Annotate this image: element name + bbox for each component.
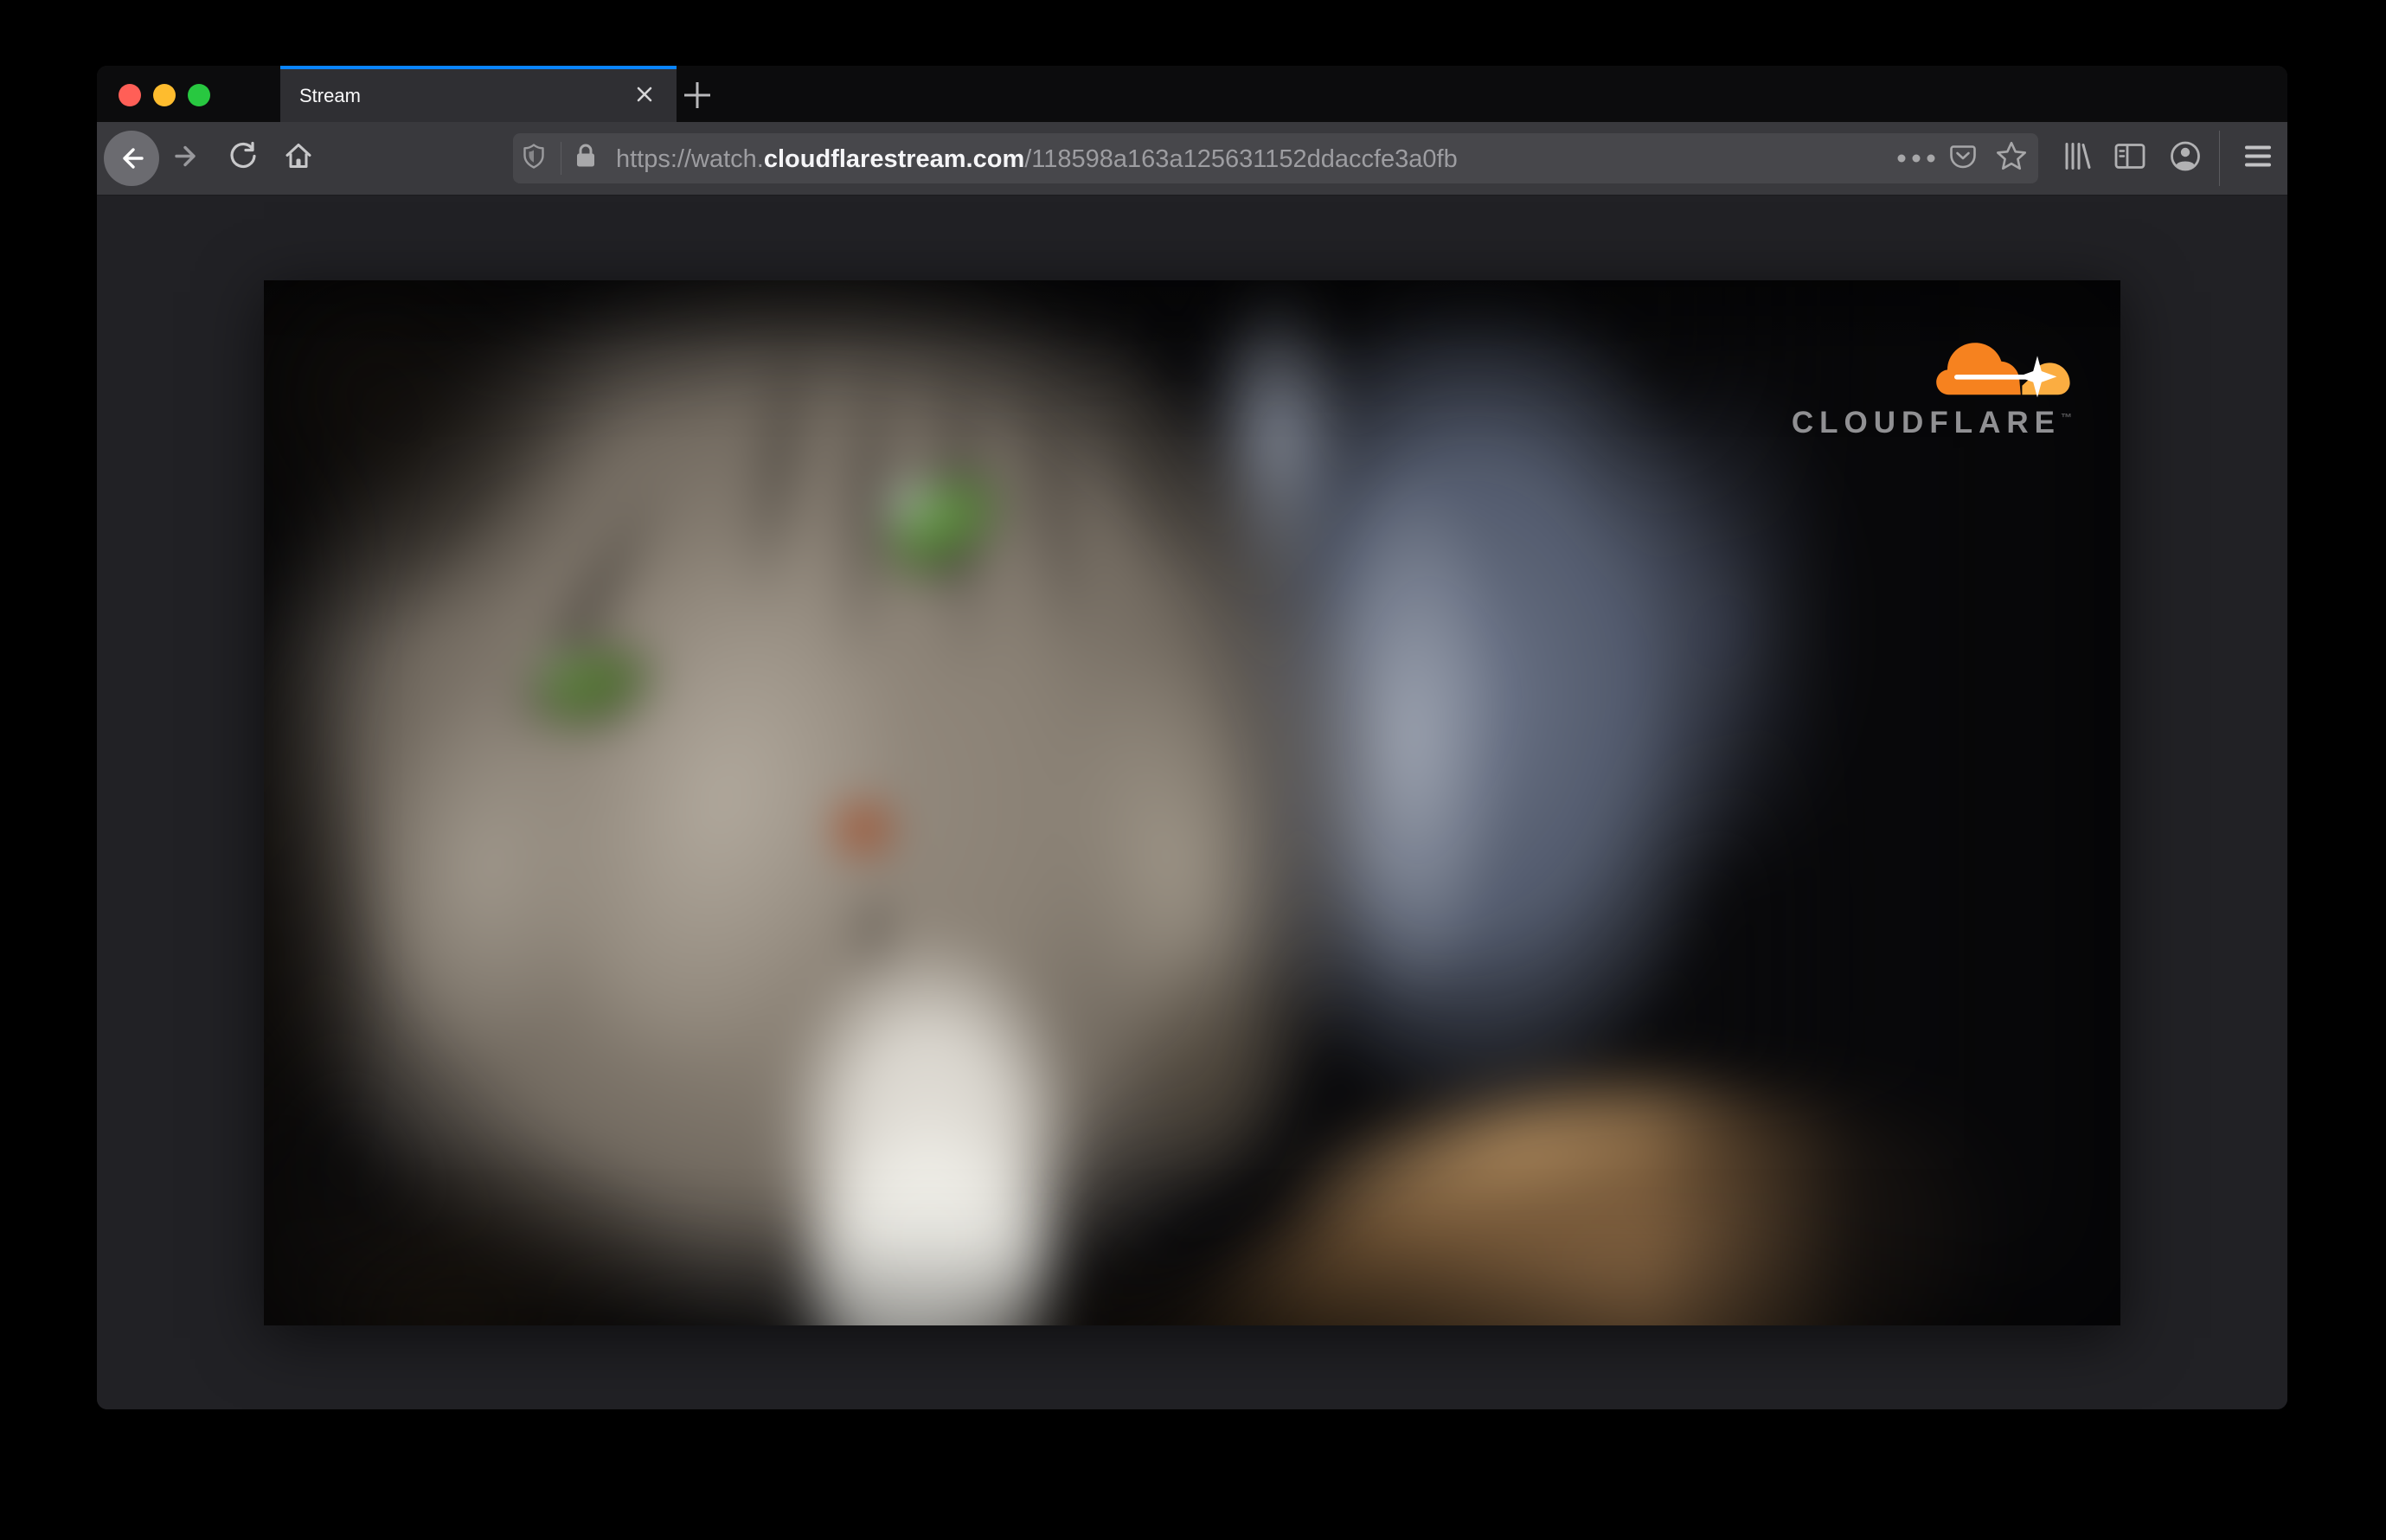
library-icon [2065,143,2091,170]
account-icon [2171,141,2200,171]
page-actions-icon[interactable] [1897,154,1935,163]
minimize-window-button[interactable] [153,84,176,106]
tab-close-icon[interactable] [635,85,654,104]
tab-bar: Stream [97,66,2287,122]
new-tab-button[interactable] [678,76,716,114]
reload-button[interactable] [228,141,259,176]
sidebar-icon [2114,144,2145,169]
video-player[interactable]: CLOUDFLARE™ [264,280,2120,1325]
traffic-lights [119,84,210,106]
cat-nose-core [842,810,882,844]
lock-icon[interactable] [574,143,598,175]
url-domain: cloudflarestream.com [763,145,1025,173]
browser-window: Stream https://watch.cloudflarestream.co… [97,66,2287,1409]
library-button[interactable] [2061,141,2092,176]
url-path: /118598a163a125631152ddaccfe3a0fb [1024,145,1458,173]
url-prefix: https://watch. [616,145,764,173]
home-icon [285,144,311,168]
close-window-button[interactable] [119,84,141,106]
desktop: { "tabbar": { "tab_title": "Stream", "ne… [0,0,2386,1540]
pocket-icon[interactable] [1949,143,1977,175]
forward-arrow-icon [175,145,196,167]
menu-button[interactable] [2243,144,2273,174]
back-arrow-icon [123,148,144,169]
home-button[interactable] [283,141,314,176]
sidebar-button[interactable] [2113,142,2146,176]
cloudflare-wordmark: CLOUDFLARE™ [1791,406,2072,440]
hamburger-icon [2245,145,2271,167]
toolbar-separator [2219,131,2220,186]
page-content: CLOUDFLARE™ [97,196,2287,1409]
tab-stream[interactable]: Stream [280,66,677,122]
cloudflare-cloud-icon [1936,343,2070,398]
url-text[interactable]: https://watch.cloudflarestream.com/11859… [616,133,1458,183]
address-bar[interactable]: https://watch.cloudflarestream.com/11859… [513,133,2038,183]
cloudflare-watermark: CLOUDFLARE™ [1792,330,2072,440]
account-button[interactable] [2169,140,2202,177]
forward-button[interactable] [172,142,202,176]
plus-icon [684,82,710,108]
reload-icon [230,141,256,169]
back-button[interactable] [104,131,159,186]
zoom-window-button[interactable] [188,84,210,106]
tracking-protection-shield-icon[interactable] [523,144,545,174]
tab-title: Stream [299,85,361,106]
navigation-toolbar: https://watch.cloudflarestream.com/11859… [97,122,2287,196]
bookmark-star-icon[interactable] [1996,141,2027,176]
